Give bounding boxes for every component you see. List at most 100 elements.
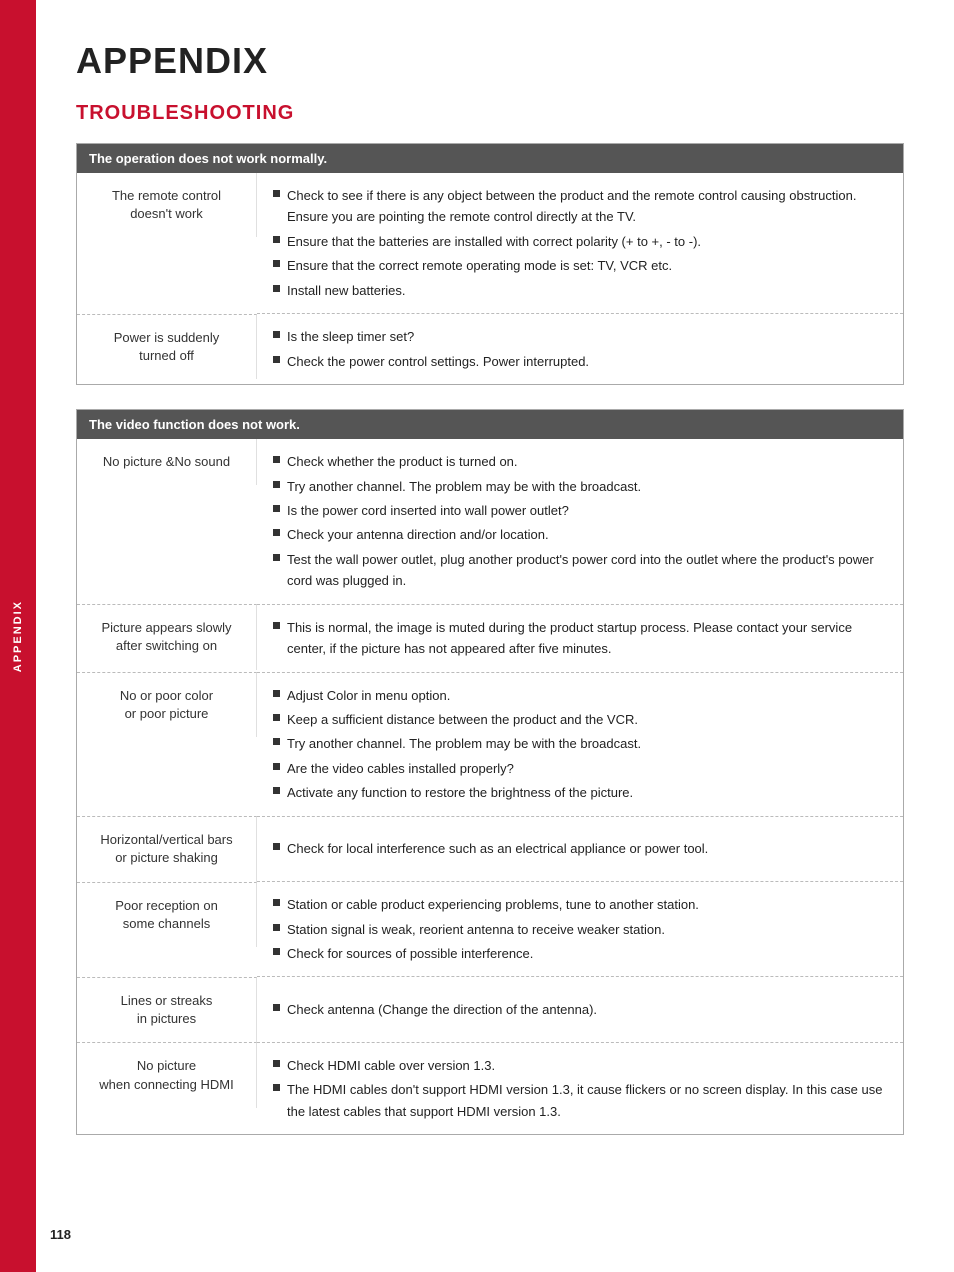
bullet-text: Station or cable product experiencing pr… <box>287 894 699 915</box>
bullet-item: Adjust Color in menu option. <box>273 685 887 706</box>
bullet-icon <box>273 714 280 721</box>
bullet-item: Check HDMI cable over version 1.3. <box>273 1055 887 1076</box>
row-label: No picture &No sound <box>77 439 257 485</box>
bullet-icon <box>273 481 280 488</box>
bullet-text: Check antenna (Change the direction of t… <box>287 999 597 1020</box>
bullet-text: Try another channel. The problem may be … <box>287 476 641 497</box>
bullet-icon <box>273 843 280 850</box>
bullet-text: Ensure that the batteries are installed … <box>287 231 701 252</box>
row-content: Check for local interference such as an … <box>257 816 904 881</box>
bullet-item: Check the power control settings. Power … <box>273 351 887 372</box>
bullet-text: The HDMI cables don't support HDMI versi… <box>287 1079 887 1122</box>
bullet-icon <box>273 1084 280 1091</box>
bullet-text: Is the power cord inserted into wall pow… <box>287 500 569 521</box>
bullet-item: Ensure that the correct remote operating… <box>273 255 887 276</box>
bullet-text: Install new batteries. <box>287 280 406 301</box>
bullet-icon <box>273 622 280 629</box>
row-content: Check whether the product is turned on. T… <box>257 439 904 604</box>
row-label: Lines or streaks in pictures <box>77 977 257 1042</box>
bullet-item: Test the wall power outlet, plug another… <box>273 549 887 592</box>
bullet-item: Is the power cord inserted into wall pow… <box>273 500 887 521</box>
table-row: No picture &No soundCheck whether the pr… <box>77 439 904 604</box>
bullet-icon <box>273 331 280 338</box>
row-content: Station or cable product experiencing pr… <box>257 882 904 977</box>
bullet-text: Adjust Color in menu option. <box>287 685 450 706</box>
bullet-icon <box>273 236 280 243</box>
page: APPENDIX APPENDIX TROUBLESHOOTING The op… <box>0 0 954 1272</box>
bullet-item: Keep a sufficient distance between the p… <box>273 709 887 730</box>
sidebar-label: APPENDIX <box>12 600 24 672</box>
bullet-item: Check for local interference such as an … <box>273 838 887 859</box>
bullet-icon <box>273 260 280 267</box>
row-label: Horizontal/vertical bars or picture shak… <box>77 816 257 881</box>
table-row: Horizontal/vertical bars or picture shak… <box>77 816 904 881</box>
bullet-item: Check antenna (Change the direction of t… <box>273 999 887 1020</box>
bullet-item: Try another channel. The problem may be … <box>273 733 887 754</box>
main-content: APPENDIX TROUBLESHOOTING The operation d… <box>36 0 954 1272</box>
bullet-text: Check your antenna direction and/or loca… <box>287 524 549 545</box>
bullet-text: Check for sources of possible interferen… <box>287 943 533 964</box>
bullet-icon <box>273 924 280 931</box>
bullet-item: Install new batteries. <box>273 280 887 301</box>
bullet-text: Check HDMI cable over version 1.3. <box>287 1055 495 1076</box>
bullet-text: Station signal is weak, reorient antenna… <box>287 919 665 940</box>
table-row: Poor reception on some channels Station o… <box>77 882 904 977</box>
table-row: No or poor color or poor pictureAdjust C… <box>77 672 904 816</box>
bullet-item: Ensure that the batteries are installed … <box>273 231 887 252</box>
sidebar: APPENDIX <box>0 0 36 1272</box>
bullet-icon <box>273 763 280 770</box>
bullet-icon <box>273 738 280 745</box>
row-label: Picture appears slowly after switching o… <box>77 604 257 669</box>
row-content: Is the sleep timer set? Check the power c… <box>257 314 904 385</box>
table-row: Lines or streaks in pictures Check antenn… <box>77 977 904 1042</box>
bullet-text: This is normal, the image is muted durin… <box>287 617 887 660</box>
bullet-item: Is the sleep timer set? <box>273 326 887 347</box>
table-row: Power is suddenly turned offIs the sleep… <box>77 314 904 385</box>
row-label: No or poor color or poor picture <box>77 672 257 737</box>
bullet-text: Activate any function to restore the bri… <box>287 782 633 803</box>
row-label: Power is suddenly turned off <box>77 314 257 379</box>
table-row: Picture appears slowly after switching o… <box>77 604 904 672</box>
bullet-item: Try another channel. The problem may be … <box>273 476 887 497</box>
bullet-item: Check for sources of possible interferen… <box>273 943 887 964</box>
row-label: Poor reception on some channels <box>77 882 257 947</box>
page-title: APPENDIX <box>76 40 904 82</box>
row-label: No picture when connecting HDMI <box>77 1042 257 1107</box>
row-content: Adjust Color in menu option. Keep a suffi… <box>257 672 904 816</box>
bullet-text: Test the wall power outlet, plug another… <box>287 549 887 592</box>
section-title: TROUBLESHOOTING <box>76 102 904 125</box>
table-video: The video function does not work. No pic… <box>76 409 904 1135</box>
bullet-text: Check to see if there is any object betw… <box>287 185 887 228</box>
bullet-icon <box>273 505 280 512</box>
bullet-item: Check whether the product is turned on. <box>273 451 887 472</box>
bullet-text: Check the power control settings. Power … <box>287 351 589 372</box>
bullet-icon <box>273 1060 280 1067</box>
bullet-item: Are the video cables installed properly? <box>273 758 887 779</box>
bullet-item: This is normal, the image is muted durin… <box>273 617 887 660</box>
bullet-icon <box>273 787 280 794</box>
page-number: 118 <box>50 1227 71 1242</box>
row-content: Check HDMI cable over version 1.3. The HD… <box>257 1042 904 1134</box>
bullet-text: Try another channel. The problem may be … <box>287 733 641 754</box>
bullet-text: Check for local interference such as an … <box>287 838 708 859</box>
bullet-text: Are the video cables installed properly? <box>287 758 514 779</box>
row-content: Check antenna (Change the direction of t… <box>257 977 904 1042</box>
bullet-text: Ensure that the correct remote operating… <box>287 255 672 276</box>
bullet-item: Station or cable product experiencing pr… <box>273 894 887 915</box>
bullet-item: Check to see if there is any object betw… <box>273 185 887 228</box>
bullet-icon <box>273 1004 280 1011</box>
row-content: This is normal, the image is muted durin… <box>257 604 904 672</box>
bullet-item: Check your antenna direction and/or loca… <box>273 524 887 545</box>
bullet-icon <box>273 456 280 463</box>
table-row: No picture when connecting HDMICheck HDM… <box>77 1042 904 1134</box>
bullet-icon <box>273 948 280 955</box>
bullet-icon <box>273 285 280 292</box>
bullet-icon <box>273 554 280 561</box>
table-operation: The operation does not work normally. Th… <box>76 143 904 385</box>
bullet-item: The HDMI cables don't support HDMI versi… <box>273 1079 887 1122</box>
bullet-icon <box>273 690 280 697</box>
table2-header: The video function does not work. <box>77 410 904 440</box>
bullet-text: Check whether the product is turned on. <box>287 451 518 472</box>
bullet-text: Is the sleep timer set? <box>287 326 414 347</box>
row-content: Check to see if there is any object betw… <box>257 173 904 314</box>
